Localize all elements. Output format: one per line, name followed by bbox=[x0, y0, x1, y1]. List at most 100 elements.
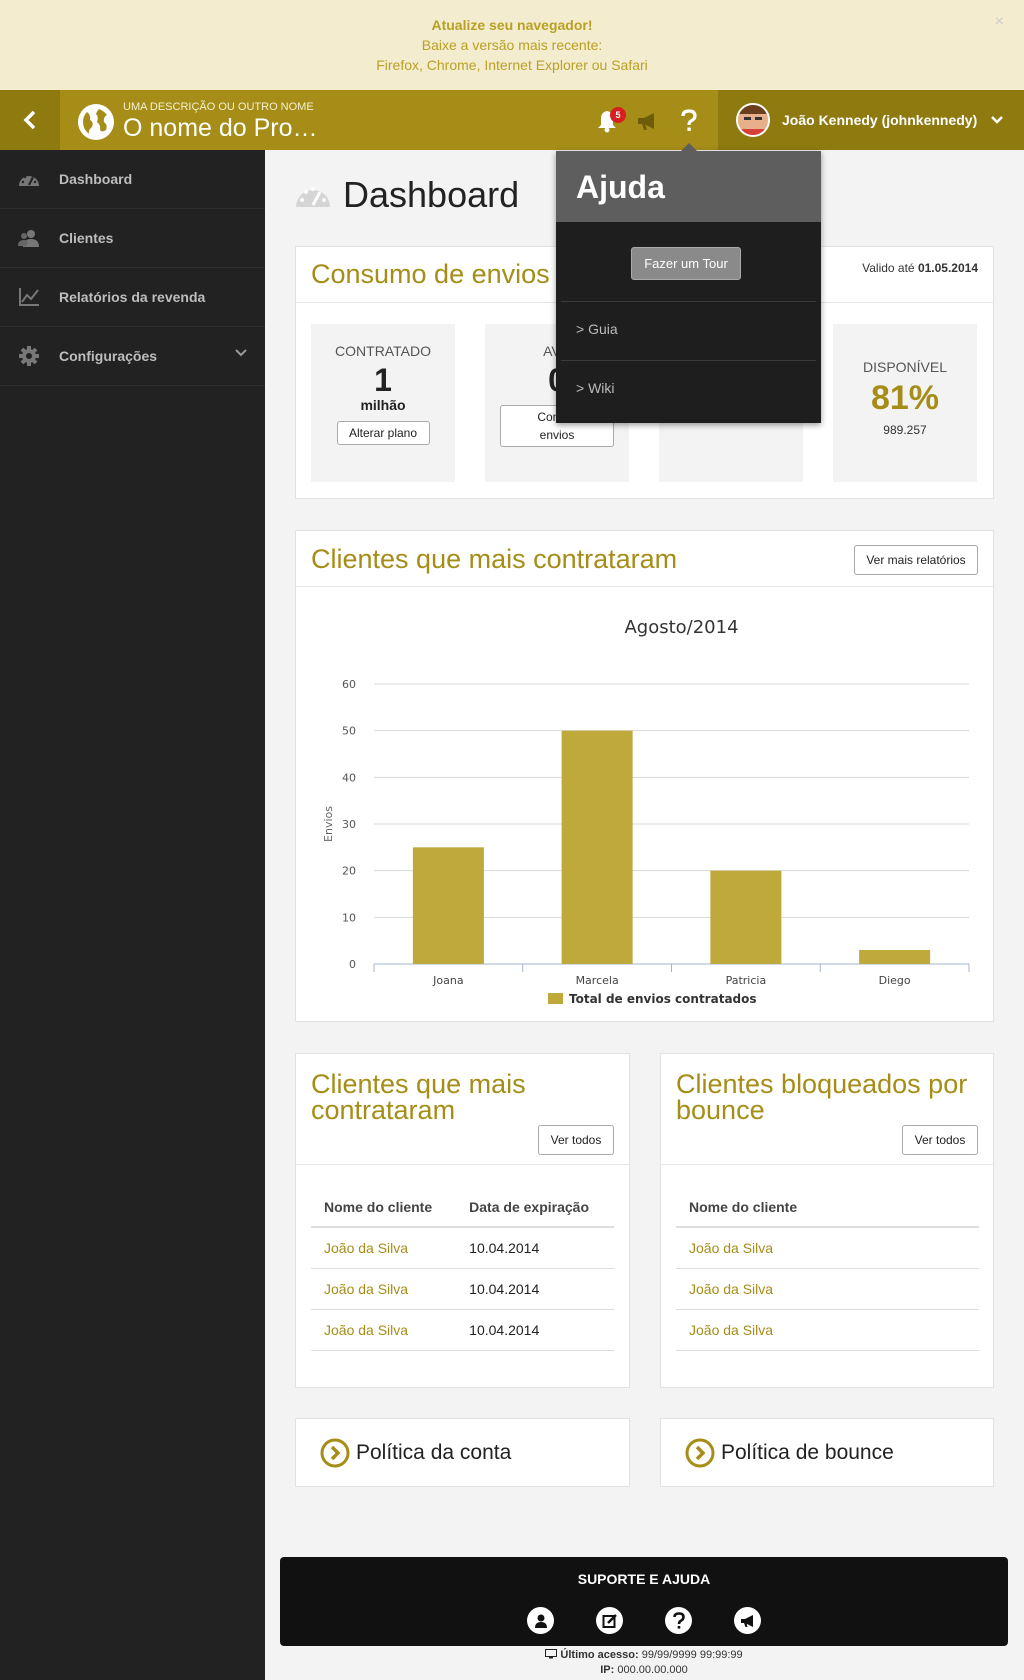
last-access: Último acesso: 99/99/9999 99:99:99 IP: 0… bbox=[280, 1648, 1008, 1678]
megaphone-icon[interactable] bbox=[734, 1607, 761, 1634]
stat-value: 989.257 bbox=[883, 423, 927, 437]
table-row: João da Silva 10.04.2014 bbox=[311, 1309, 614, 1351]
table-row: João da Silva bbox=[676, 1309, 979, 1351]
sidebar-item-configuracoes[interactable]: Configurações bbox=[0, 327, 265, 386]
politica-bounce-link[interactable]: Política de bounce bbox=[660, 1418, 994, 1487]
notification-badge: 5 bbox=[610, 107, 626, 123]
column-header[interactable]: Nome do cliente bbox=[676, 1187, 979, 1228]
sidebar-item-label: Configurações bbox=[59, 348, 158, 364]
brand-subtitle: UMA DESCRIÇÃO OU OUTRO NOME bbox=[123, 101, 314, 113]
brand-title: O nome do Pro… bbox=[123, 114, 318, 142]
ip-value: 000.00.00.000 bbox=[617, 1664, 688, 1676]
question-icon[interactable] bbox=[665, 1607, 692, 1634]
browser-update-banner: Atualize seu navegador! Baixe a versão m… bbox=[0, 0, 1024, 90]
page-heading: Dashboard bbox=[343, 174, 520, 215]
bar bbox=[710, 870, 782, 964]
user-icon[interactable] bbox=[527, 1607, 554, 1634]
x-tick-label: Patricia bbox=[726, 974, 767, 987]
table-row: João da Silva 10.04.2014 bbox=[311, 1227, 614, 1269]
last-access-value: 99/99/9999 99:99:99 bbox=[641, 1649, 743, 1661]
wiki-link[interactable]: > Wiki bbox=[576, 380, 615, 396]
user-menu[interactable]: João Kennedy (johnkennedy) bbox=[718, 90, 1024, 150]
sidebar-item-dashboard[interactable]: Dashboard bbox=[0, 150, 265, 209]
notifications-button[interactable]: 5 bbox=[590, 104, 626, 138]
back-button[interactable] bbox=[0, 90, 60, 150]
table-row: João da Silva bbox=[676, 1227, 979, 1269]
support-footer: SUPORTE E AJUDA bbox=[280, 1557, 1008, 1646]
bar bbox=[859, 950, 931, 964]
stat-percent: 81% bbox=[870, 379, 940, 417]
client-link[interactable]: João da Silva bbox=[311, 1227, 457, 1269]
bounce-clients-table: Nome do cliente João da Silva João da Si… bbox=[676, 1187, 979, 1351]
globe-icon bbox=[78, 103, 114, 140]
x-tick-label: Diego bbox=[879, 974, 911, 987]
top-header: UMA DESCRIÇÃO OU OUTRO NOME O nome do Pr… bbox=[0, 90, 1024, 150]
monitor-icon bbox=[545, 1649, 558, 1659]
client-link[interactable]: João da Silva bbox=[311, 1268, 457, 1310]
policy-label: Política da conta bbox=[356, 1440, 512, 1464]
chart-panel: Clientes que mais contrataram Ver mais r… bbox=[295, 530, 994, 1022]
client-link[interactable]: João da Silva bbox=[311, 1309, 457, 1351]
stat-disponivel: DISPONÍVEL 81% 989.257 bbox=[833, 324, 977, 482]
top-clients-table-panel: Clientes que mais contrataram Ver todos … bbox=[295, 1053, 630, 1388]
column-header[interactable]: Nome do cliente bbox=[311, 1187, 457, 1228]
chart-panel-title: Clientes que mais contrataram bbox=[311, 544, 678, 574]
announcements-button[interactable] bbox=[631, 104, 665, 138]
user-name: João Kennedy (johnkennedy) bbox=[782, 112, 978, 128]
expiration-date: 10.04.2014 bbox=[456, 1227, 614, 1269]
users-icon bbox=[18, 227, 40, 249]
consumo-title: Consumo de envios bbox=[311, 259, 550, 289]
dashboard-icon bbox=[18, 168, 40, 190]
y-tick-label: 50 bbox=[342, 725, 356, 738]
policy-label: Política de bounce bbox=[721, 1440, 894, 1464]
bounce-clients-table-panel: Clientes bloqueados por bounce Ver todos… bbox=[660, 1053, 994, 1388]
banner-browsers[interactable]: Firefox, Chrome, Internet Explorer ou Sa… bbox=[0, 55, 1024, 75]
chevron-down-icon bbox=[991, 116, 1004, 124]
dashboard-icon bbox=[296, 187, 330, 207]
sidebar-item-clientes[interactable]: Clientes bbox=[0, 209, 265, 268]
table-row: João da Silva 10.04.2014 bbox=[311, 1268, 614, 1310]
fazer-tour-button[interactable]: Fazer um Tour bbox=[631, 247, 741, 280]
edit-icon[interactable] bbox=[596, 1607, 623, 1634]
chart-icon bbox=[18, 286, 40, 308]
valid-date: 01.05.2014 bbox=[917, 261, 978, 275]
help-dropdown: Ajuda Fazer um Tour > Guia > Wiki bbox=[556, 143, 821, 423]
politica-conta-link[interactable]: Política da conta bbox=[295, 1418, 630, 1487]
x-tick-label: Joana bbox=[432, 974, 463, 987]
ver-mais-relatorios-button[interactable]: Ver mais relatórios bbox=[854, 545, 978, 575]
client-link[interactable]: João da Silva bbox=[676, 1268, 979, 1310]
y-tick-label: 0 bbox=[349, 958, 356, 971]
y-axis-label: Envios bbox=[322, 806, 335, 842]
sidebar-item-label: Clientes bbox=[59, 230, 114, 246]
bounce-clients-title: Clientes bloqueados por bounce bbox=[676, 1069, 968, 1125]
banner-line: Baixe a versão mais recente: bbox=[421, 37, 603, 53]
brand[interactable]: UMA DESCRIÇÃO OU OUTRO NOME O nome do Pr… bbox=[77, 101, 318, 142]
stat-label: CONTRATADO bbox=[335, 343, 431, 359]
y-tick-label: 30 bbox=[342, 818, 356, 831]
column-header[interactable]: Data de expiração bbox=[456, 1187, 614, 1228]
divider bbox=[561, 301, 816, 302]
page-title: Dashboard bbox=[295, 174, 519, 216]
sidebar-item-relatorios[interactable]: Relatórios da revenda bbox=[0, 268, 265, 327]
stat-contratado: CONTRATADO 1 milhão Alterar plano bbox=[311, 324, 455, 482]
table-row: João da Silva bbox=[676, 1268, 979, 1310]
chevron-circle-right-icon bbox=[685, 1438, 715, 1467]
gear-icon bbox=[18, 345, 40, 367]
legend-label: Total de envios contratados bbox=[569, 992, 757, 1006]
close-icon[interactable]: × bbox=[995, 12, 1004, 32]
valid-until: Valido até 01.05.2014 bbox=[862, 261, 978, 275]
chart-title: Agosto/2014 bbox=[624, 617, 738, 638]
ver-todos-button[interactable]: Ver todos bbox=[902, 1125, 978, 1155]
bar bbox=[412, 847, 484, 964]
legend-swatch bbox=[548, 993, 563, 1004]
chevron-left-icon bbox=[23, 110, 36, 130]
client-link[interactable]: João da Silva bbox=[676, 1227, 979, 1269]
help-button[interactable] bbox=[672, 104, 706, 138]
chevron-circle-right-icon bbox=[320, 1438, 350, 1467]
guia-link[interactable]: > Guia bbox=[576, 321, 618, 337]
top-clients-table: Nome do cliente Data de expiração João d… bbox=[311, 1187, 614, 1351]
alterar-plano-button[interactable]: Alterar plano bbox=[336, 421, 430, 445]
y-tick-label: 40 bbox=[342, 771, 356, 784]
ver-todos-button[interactable]: Ver todos bbox=[538, 1125, 614, 1155]
client-link[interactable]: João da Silva bbox=[676, 1309, 979, 1351]
